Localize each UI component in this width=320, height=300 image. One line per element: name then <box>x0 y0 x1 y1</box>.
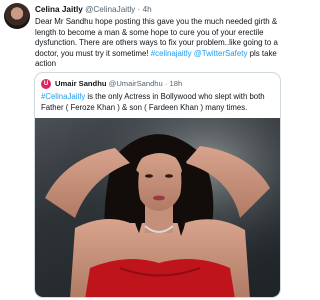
header-separator: · <box>137 5 141 14</box>
quoted-author-avatar[interactable]: U <box>41 79 51 89</box>
quoted-tweet-header: Umair Sandhu @UmairSandhu · 18h <box>55 79 182 89</box>
author-avatar[interactable] <box>4 3 30 29</box>
quoted-tweet-time[interactable]: 18h <box>170 79 183 88</box>
author-handle[interactable]: @CelinaJaitly <box>85 5 135 14</box>
quoted-author-name[interactable]: Umair Sandhu <box>55 79 106 88</box>
quoted-hashtag-link[interactable]: #CelinaJaitly <box>41 92 85 101</box>
quoted-tweet-photo[interactable] <box>35 118 280 297</box>
author-name[interactable]: Celina Jaitly <box>35 5 83 14</box>
quoted-header-separator: · <box>164 79 168 88</box>
tweet-text: Dear Mr Sandhu hope posting this gave yo… <box>35 17 281 70</box>
quoted-tweet-text: #CelinaJaitly is the only Actress in Bol… <box>41 92 277 113</box>
tweet-header: Celina Jaitly @CelinaJaitly · 4h <box>35 4 152 15</box>
tweet-card[interactable]: Celina Jaitly @CelinaJaitly · 4h Dear Mr… <box>0 0 287 300</box>
photo-eye-left <box>145 174 153 178</box>
mention-link[interactable]: @TwitterSafety <box>194 49 248 58</box>
quoted-author-handle[interactable]: @UmairSandhu <box>109 79 163 88</box>
photo-lips <box>153 195 165 201</box>
quoted-tweet[interactable]: U Umair Sandhu @UmairSandhu · 18h #Celin… <box>34 72 281 298</box>
photo-red-dress <box>85 259 235 297</box>
hashtag-link[interactable]: #celinajaitly <box>151 49 192 58</box>
photo-eye-right <box>165 174 173 178</box>
photo-illustration <box>35 118 280 297</box>
tweet-time[interactable]: 4h <box>143 5 152 14</box>
photo-face <box>135 149 183 211</box>
